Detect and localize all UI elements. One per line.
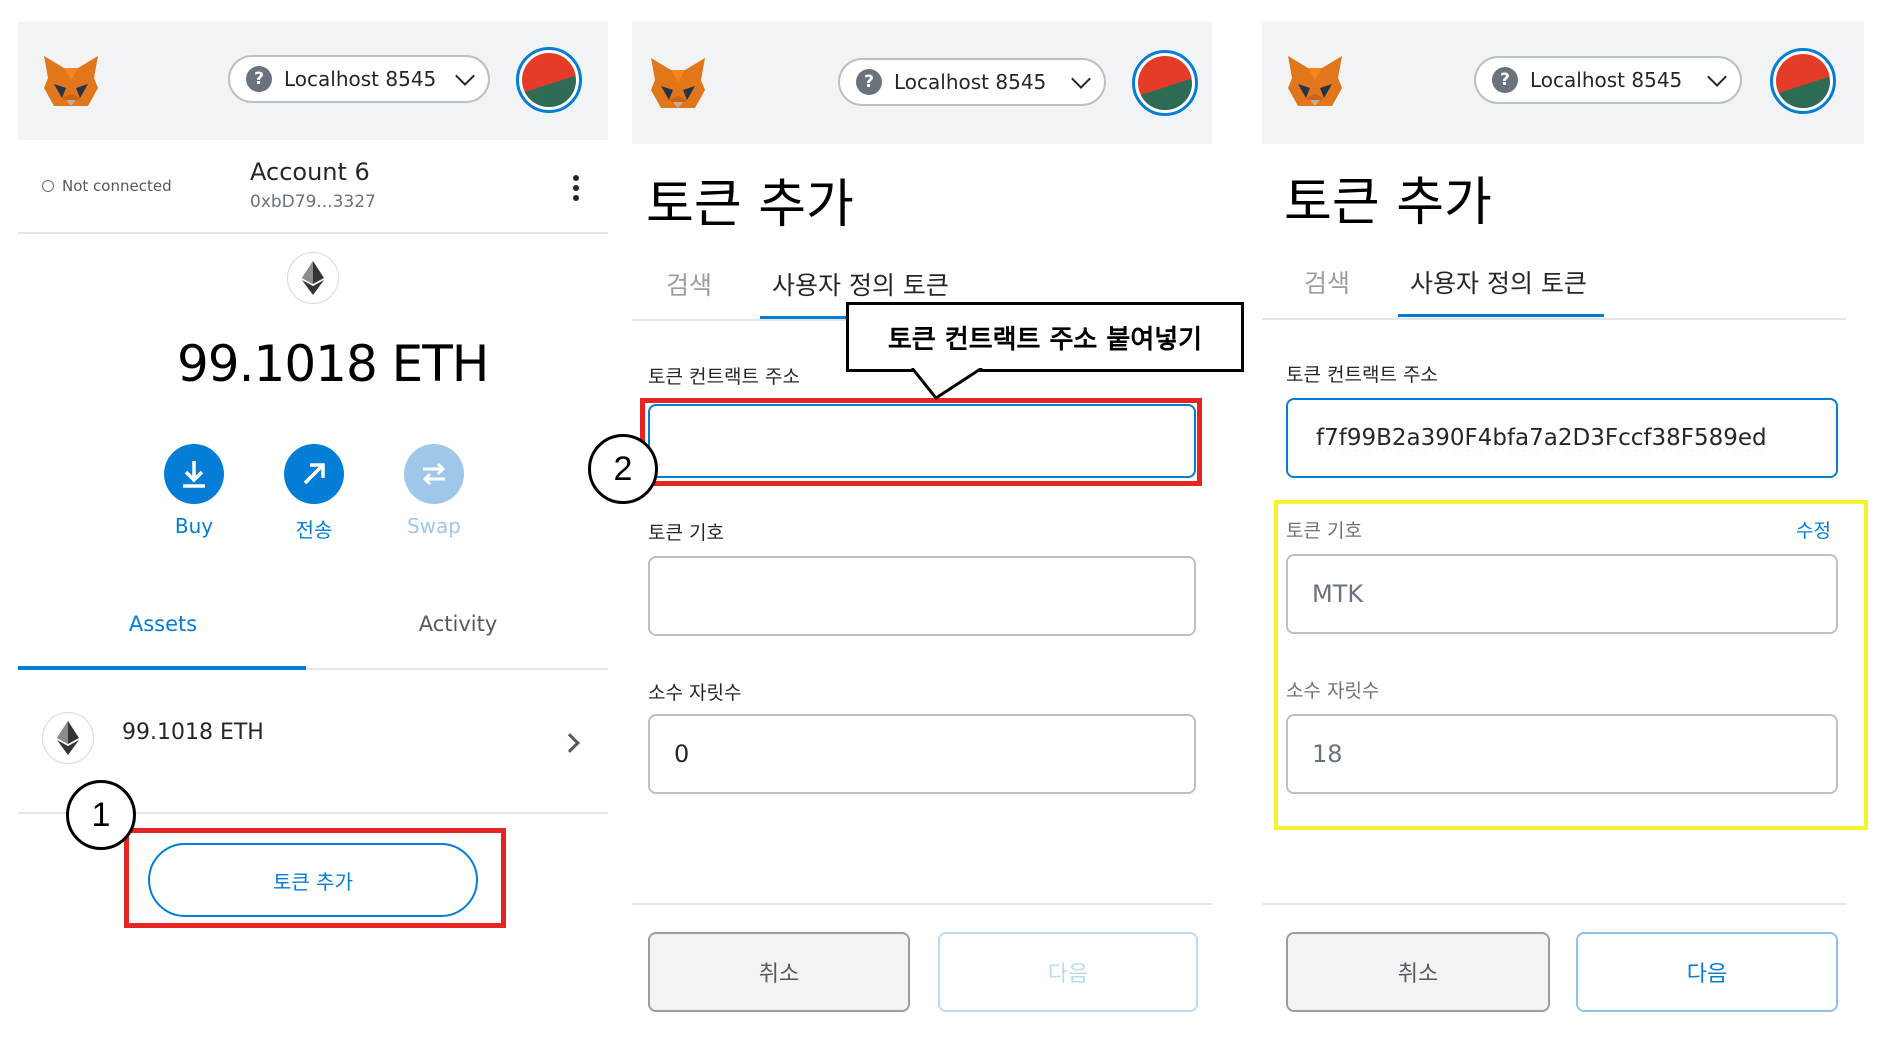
contract-address-label: 토큰 컨트랙트 주소 bbox=[1286, 364, 1438, 386]
edit-link[interactable]: 수정 bbox=[1796, 516, 1831, 543]
metamask-fox-icon[interactable] bbox=[1286, 54, 1344, 108]
chevron-down-icon bbox=[1707, 67, 1727, 87]
network-selector[interactable]: ? Localhost 8545 bbox=[228, 55, 490, 103]
page-title: 토큰 추가 bbox=[646, 175, 854, 235]
tabs-divider bbox=[1262, 318, 1846, 320]
buy-button[interactable] bbox=[164, 444, 224, 504]
highlight-add-token bbox=[124, 828, 506, 928]
next-button[interactable]: 다음 bbox=[938, 932, 1198, 1012]
network-selector[interactable]: ? Localhost 8545 bbox=[838, 58, 1106, 106]
token-symbol-label: 토큰 기호 bbox=[1286, 520, 1362, 542]
next-button[interactable]: 다음 bbox=[1576, 932, 1838, 1012]
network-label: Localhost 8545 bbox=[1530, 68, 1683, 92]
callout-pointer bbox=[910, 368, 983, 401]
question-mark-icon: ? bbox=[856, 69, 882, 95]
token-symbol-input[interactable]: MTK bbox=[1286, 554, 1838, 634]
header: ? Localhost 8545 bbox=[632, 22, 1212, 144]
contract-address-input[interactable]: f7f99B2a390F4bfa7a2D3Fccf38F589ed bbox=[1286, 398, 1838, 478]
connection-status-label: Not connected bbox=[62, 177, 172, 195]
metamask-fox-icon[interactable] bbox=[649, 56, 707, 110]
connection-status[interactable]: Not connected bbox=[42, 177, 172, 195]
network-selector[interactable]: ? Localhost 8545 bbox=[1474, 56, 1742, 104]
decimals-label: 소수 자릿수 bbox=[1286, 680, 1380, 702]
asset-balance: 99.1018 ETH bbox=[122, 720, 264, 745]
decimals-input[interactable]: 0 bbox=[648, 714, 1196, 794]
buy-label: Buy bbox=[174, 514, 214, 538]
eth-logo-icon bbox=[287, 252, 339, 304]
network-label: Localhost 8545 bbox=[284, 67, 437, 91]
kebab-menu-icon[interactable] bbox=[573, 175, 579, 201]
account-avatar[interactable] bbox=[1132, 50, 1198, 116]
contract-address-label: 토큰 컨트랙트 주소 bbox=[648, 366, 800, 388]
cancel-button[interactable]: 취소 bbox=[648, 932, 910, 1012]
footer-divider bbox=[1262, 903, 1846, 905]
send-button[interactable] bbox=[284, 444, 344, 504]
swap-label: Swap bbox=[406, 514, 461, 538]
tab-search[interactable]: 검색 bbox=[1304, 264, 1350, 300]
callout-paste-address: 토큰 컨트랙트 주소 붙여넣기 bbox=[846, 302, 1244, 372]
question-mark-icon: ? bbox=[246, 66, 272, 92]
footer-divider bbox=[632, 903, 1212, 905]
swap-button[interactable] bbox=[404, 444, 464, 504]
active-tab-indicator bbox=[1398, 314, 1604, 317]
chevron-down-icon bbox=[455, 66, 475, 86]
highlight-address-input bbox=[640, 398, 1202, 486]
status-dot-icon bbox=[42, 180, 54, 192]
tab-activity[interactable]: Activity bbox=[308, 612, 608, 636]
token-symbol-label: 토큰 기호 bbox=[648, 522, 724, 544]
header: ? Localhost 8545 bbox=[1262, 22, 1864, 144]
header: ? Localhost 8545 bbox=[18, 22, 608, 140]
send-label: 전송 bbox=[295, 518, 333, 542]
account-avatar[interactable] bbox=[1770, 48, 1836, 114]
account-info[interactable]: Account 6 0xbD79...3327 bbox=[250, 158, 376, 212]
contract-address-value: f7f99B2a390F4bfa7a2D3Fccf38F589ed bbox=[1316, 425, 1767, 451]
network-label: Localhost 8545 bbox=[894, 70, 1047, 94]
decimals-input[interactable]: 18 bbox=[1286, 714, 1838, 794]
token-symbol-input[interactable] bbox=[648, 556, 1196, 636]
metamask-fox-icon[interactable] bbox=[42, 54, 100, 108]
step-2-marker: 2 bbox=[588, 434, 658, 504]
active-tab-indicator bbox=[18, 666, 306, 670]
tab-assets[interactable]: Assets bbox=[18, 612, 308, 636]
account-avatar[interactable] bbox=[516, 47, 582, 113]
page-title: 토큰 추가 bbox=[1284, 173, 1492, 233]
decimals-label: 소수 자릿수 bbox=[648, 682, 742, 704]
step-1-marker: 1 bbox=[66, 780, 136, 850]
chevron-right-icon bbox=[560, 733, 580, 753]
question-mark-icon: ? bbox=[1492, 67, 1518, 93]
tab-custom-token[interactable]: 사용자 정의 토큰 bbox=[1410, 264, 1587, 300]
tab-search[interactable]: 검색 bbox=[666, 266, 712, 302]
account-name: Account 6 bbox=[250, 158, 370, 186]
cancel-button[interactable]: 취소 bbox=[1286, 932, 1550, 1012]
divider bbox=[18, 232, 608, 234]
account-address: 0xbD79...3327 bbox=[250, 192, 376, 212]
eth-logo-icon bbox=[42, 712, 94, 764]
tab-custom-token[interactable]: 사용자 정의 토큰 bbox=[772, 266, 949, 302]
chevron-down-icon bbox=[1071, 69, 1091, 89]
balance: 99.1018 ETH bbox=[177, 335, 489, 393]
